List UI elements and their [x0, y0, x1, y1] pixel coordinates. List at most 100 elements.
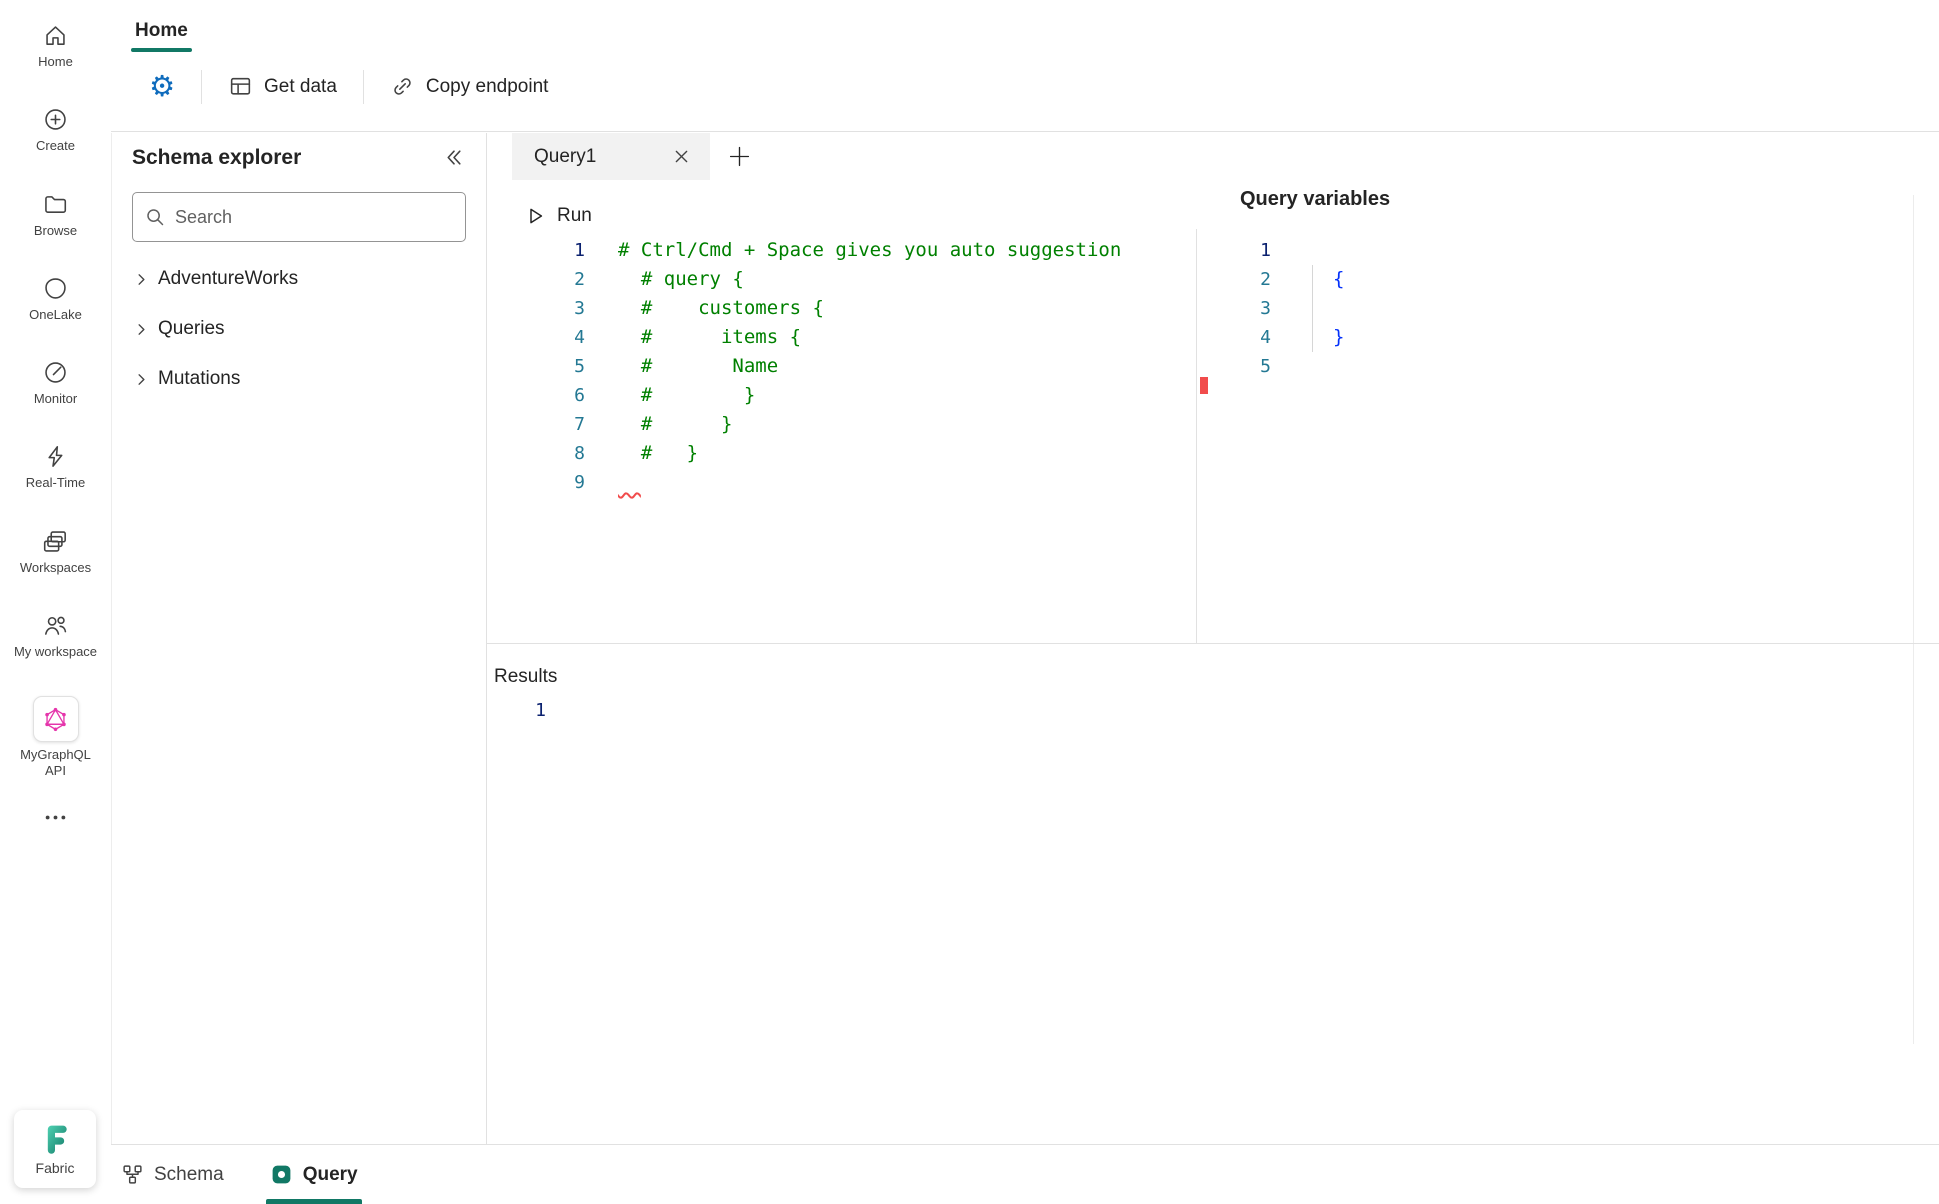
code-text: }: [1271, 323, 1344, 352]
schema-tree-item[interactable]: Queries: [132, 304, 466, 354]
new-query-tab-button[interactable]: [710, 133, 768, 180]
results-code-line[interactable]: 1: [487, 696, 1939, 725]
rail-item-label: Create: [36, 138, 75, 154]
fabric-graphql-app: Home Create Browse OneLake Monitor Real-…: [0, 0, 1939, 1204]
monitor-icon: [42, 359, 69, 386]
schema-search-box: [132, 192, 466, 242]
line-number: 1: [487, 236, 585, 265]
query-code-line[interactable]: 6 # }: [487, 381, 1196, 410]
line-number: 3: [1197, 294, 1271, 323]
create-icon: [42, 106, 69, 133]
rail-item-label: Monitor: [34, 391, 77, 407]
code-text: # customers {: [585, 294, 824, 323]
schema-explorer-title: Schema explorer: [132, 146, 301, 170]
query-view-icon: [270, 1163, 293, 1186]
rail-item-my-workspace[interactable]: My workspace: [0, 594, 111, 678]
line-number: 3: [487, 294, 585, 323]
results-editor[interactable]: 1: [487, 696, 1939, 725]
query-tabstrip: Query1: [487, 133, 1939, 180]
rail-item-workspaces[interactable]: Workspaces: [0, 510, 111, 594]
line-number: 2: [1197, 265, 1271, 294]
settings-button[interactable]: ⚙: [135, 63, 189, 110]
rail-item-mygraphql-api[interactable]: MyGraphQL API: [0, 678, 111, 798]
schema-tree-item[interactable]: AdventureWorks: [132, 254, 466, 304]
more-dots-icon: [42, 804, 69, 831]
line-number: 2: [487, 265, 585, 294]
line-number: 6: [487, 381, 585, 410]
rail-item-monitor[interactable]: Monitor: [0, 341, 111, 425]
fabric-logo-button[interactable]: Fabric: [14, 1110, 96, 1188]
code-text: # }: [585, 410, 732, 439]
query-code-line[interactable]: 4 # items {: [487, 323, 1196, 352]
toolbar-separator: [363, 70, 364, 104]
fabric-logo-icon: [37, 1120, 73, 1156]
code-text: [1271, 352, 1333, 381]
toolbar-separator: [201, 70, 202, 104]
chevron-right-icon: [134, 372, 149, 387]
variables-code-line[interactable]: 5: [1197, 352, 1939, 381]
link-icon: [390, 74, 415, 99]
rail-more-button[interactable]: [0, 798, 111, 837]
schema-tree-item[interactable]: Mutations: [132, 354, 466, 404]
query-code-line[interactable]: 8 # }: [487, 439, 1196, 468]
rail-item-create[interactable]: Create: [0, 88, 111, 172]
variables-code-line[interactable]: 1: [1197, 236, 1939, 265]
rail-item-onelake[interactable]: OneLake: [0, 257, 111, 341]
copy-endpoint-button[interactable]: Copy endpoint: [376, 65, 563, 108]
get-data-label: Get data: [264, 76, 337, 98]
onelake-icon: [42, 275, 69, 302]
variables-code-line[interactable]: 3: [1197, 294, 1939, 323]
query-code-line[interactable]: 3 # customers {: [487, 294, 1196, 323]
code-text: [1271, 294, 1333, 323]
rail-item-label: Browse: [34, 223, 77, 239]
query-code-line[interactable]: 1 # Ctrl/Cmd + Space gives you auto sugg…: [487, 236, 1196, 265]
collapse-panel-button[interactable]: [441, 145, 466, 170]
query-code-line[interactable]: 2 # query {: [487, 265, 1196, 294]
query-tab-label: Query: [303, 1164, 358, 1186]
indent-guide: [1312, 265, 1313, 352]
variables-code-line[interactable]: 4 }: [1197, 323, 1939, 352]
rail-item-realtime[interactable]: Real-Time: [0, 425, 111, 509]
code-text: # }: [585, 439, 698, 468]
rail-item-label: Workspaces: [20, 560, 91, 576]
tree-item-label: AdventureWorks: [158, 268, 298, 290]
results-panel: Results 1: [487, 643, 1939, 1144]
graphql-api-icon: [33, 696, 79, 742]
line-number: 5: [487, 352, 585, 381]
view-tab-query[interactable]: Query: [266, 1145, 362, 1204]
tab-home[interactable]: Home: [131, 8, 192, 52]
copy-endpoint-label: Copy endpoint: [426, 76, 549, 98]
rail-item-home[interactable]: Home: [0, 4, 111, 88]
rail-item-label: OneLake: [29, 307, 82, 323]
variables-code-line[interactable]: 2 {: [1197, 265, 1939, 294]
query-workspace: Query1 Query variables: [487, 133, 1939, 1144]
ribbon-tab-row: Home: [111, 0, 1939, 52]
schema-search-input[interactable]: [175, 207, 453, 228]
editor-action-row: Run: [487, 195, 1939, 236]
tab-query1[interactable]: Query1: [512, 133, 710, 180]
graphql-query-editor[interactable]: 1 # Ctrl/Cmd + Space gives you auto sugg…: [487, 236, 1196, 643]
query-code-line[interactable]: 9: [487, 468, 1196, 497]
close-tab-button[interactable]: [671, 146, 692, 167]
line-number: 1: [487, 696, 546, 725]
code-text: # query {: [585, 265, 744, 294]
rail-item-browse[interactable]: Browse: [0, 173, 111, 257]
code-text: [585, 468, 641, 497]
rail-item-label: My workspace: [14, 644, 97, 660]
home-icon: [42, 22, 69, 49]
close-icon: [674, 149, 689, 164]
query-variables-editor[interactable]: 1 2 { 3 4 }: [1197, 236, 1939, 643]
code-text: [1271, 236, 1333, 265]
line-number: 5: [1197, 352, 1271, 381]
nav-rail: Home Create Browse OneLake Monitor Real-…: [0, 0, 111, 1204]
query-code-line[interactable]: 5 # Name: [487, 352, 1196, 381]
editor-split-region: Run 1 # Ctrl/Cmd + Space gives you auto …: [487, 195, 1939, 643]
ribbon-toolbar: ⚙ Get data Copy endpoint: [111, 52, 1939, 132]
run-button[interactable]: Run: [525, 205, 592, 227]
query-tab-label: Query1: [534, 146, 596, 168]
code-text: [546, 696, 579, 725]
get-data-button[interactable]: Get data: [214, 65, 351, 108]
line-number: 9: [487, 468, 585, 497]
query-code-line[interactable]: 7 # }: [487, 410, 1196, 439]
view-tab-schema[interactable]: Schema: [117, 1145, 228, 1204]
